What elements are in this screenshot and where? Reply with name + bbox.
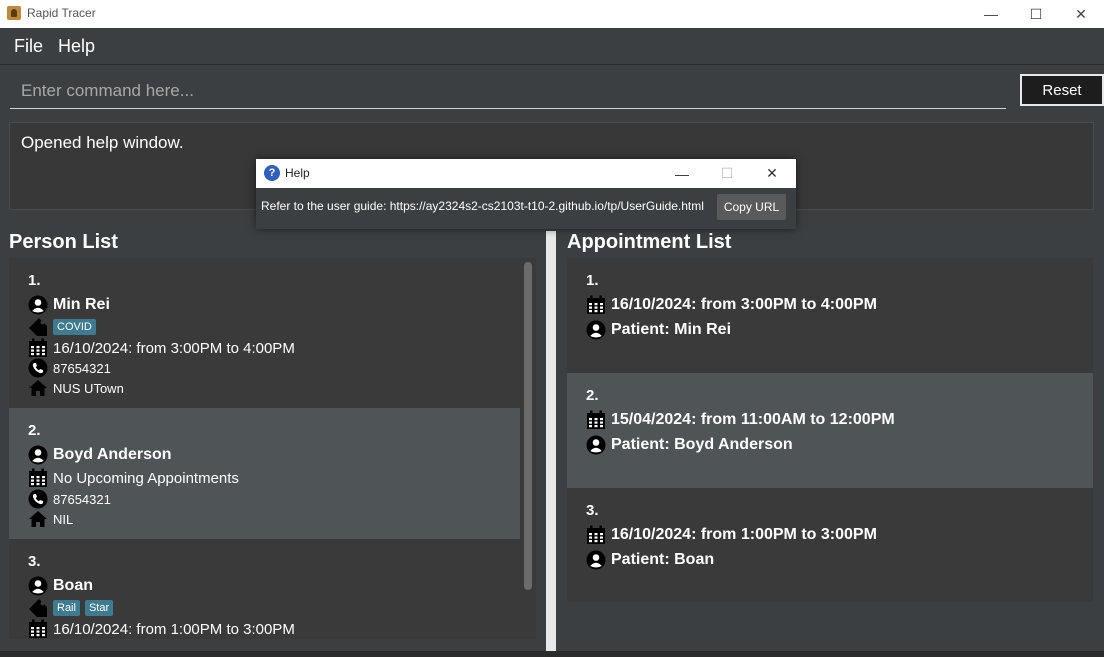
help-minimize-button[interactable]: — — [660, 159, 704, 188]
scrollbar-thumb[interactable] — [524, 262, 532, 590]
phone-icon — [28, 358, 48, 378]
tag-icon — [28, 317, 48, 337]
tag-badge: COVID — [53, 319, 96, 335]
menu-file[interactable]: File — [14, 36, 43, 57]
close-button[interactable]: ✕ — [1058, 0, 1104, 28]
person-index: 3. — [28, 553, 41, 570]
tag-badge: Rail — [53, 600, 80, 616]
appointment-index: 2. — [586, 387, 599, 404]
person-icon — [28, 445, 48, 465]
appointment-patient: Patient: Boan — [611, 551, 715, 568]
person-address: NIL — [53, 511, 74, 527]
appointment-list[interactable]: 1. 16/10/2024: from 3:00PM to 4:00PM Pat… — [567, 258, 1093, 602]
person-appointment: 16/10/2024: from 3:00PM to 4:00PM — [53, 339, 295, 357]
menu-help[interactable]: Help — [58, 36, 95, 57]
appointment-time: 15/04/2024: from 11:00AM to 12:00PM — [611, 411, 895, 428]
split-pane-divider[interactable] — [546, 231, 556, 651]
tag-badge: Star — [84, 600, 114, 616]
person-appointment: No Upcoming Appointments — [53, 469, 239, 487]
title-bar: Rapid Tracer — ☐ ✕ — [0, 0, 1104, 28]
help-dialog-title: Help — [285, 166, 310, 180]
person-icon — [586, 435, 606, 455]
person-icon — [28, 295, 48, 315]
result-text: Opened help window. — [21, 133, 184, 152]
app-icon — [7, 6, 21, 20]
appointment-time: 16/10/2024: from 3:00PM to 4:00PM — [611, 296, 877, 313]
help-close-button[interactable]: ✕ — [750, 159, 794, 188]
appointment-index: 3. — [586, 502, 599, 519]
appointment-patient: Patient: Min Rei — [611, 321, 732, 338]
calendar-icon — [28, 468, 48, 488]
calendar-icon — [586, 410, 606, 430]
appointment-list-title: Appointment List — [567, 231, 732, 253]
person-index: 1. — [28, 272, 41, 289]
person-card[interactable]: 3. Boan Rail Star 16/10/2024: from 1:00P… — [9, 539, 520, 639]
home-icon — [28, 509, 48, 529]
menu-bar: File Help — [0, 28, 1104, 65]
appointment-card[interactable]: 3. 16/10/2024: from 1:00PM to 3:00PM Pat… — [567, 488, 1093, 602]
person-list[interactable]: 1. Min Rei COVID 16/10/2024: from 3:00PM… — [9, 258, 520, 639]
person-phone: 87654321 — [53, 491, 111, 507]
person-phone: 87654321 — [53, 360, 111, 376]
appointment-patient: Patient: Boyd Anderson — [611, 436, 793, 453]
appointment-time: 16/10/2024: from 1:00PM to 3:00PM — [611, 526, 877, 543]
person-name: Boyd Anderson — [53, 446, 172, 463]
help-dialog-title-bar: ? Help — ☐ ✕ — [256, 159, 796, 188]
calendar-icon — [586, 295, 606, 315]
calendar-icon — [28, 619, 48, 639]
appointment-card[interactable]: 1. 16/10/2024: from 3:00PM to 4:00PM Pat… — [567, 258, 1093, 373]
person-list-title: Person List — [9, 231, 118, 253]
help-icon: ? — [264, 165, 280, 181]
person-card[interactable]: 1. Min Rei COVID 16/10/2024: from 3:00PM… — [9, 258, 520, 408]
command-input[interactable] — [10, 73, 1006, 109]
tag-icon — [28, 598, 48, 618]
phone-icon — [28, 489, 48, 509]
person-appointment: 16/10/2024: from 1:00PM to 3:00PM — [53, 620, 295, 638]
calendar-icon — [28, 338, 48, 358]
calendar-icon — [586, 525, 606, 545]
person-icon — [586, 320, 606, 340]
help-message: Refer to the user guide: https://ay2324s… — [261, 199, 704, 213]
home-icon — [28, 378, 48, 398]
minimize-button[interactable]: — — [968, 0, 1014, 28]
copy-url-button[interactable]: Copy URL — [717, 194, 786, 220]
appointment-card[interactable]: 2. 15/04/2024: from 11:00AM to 12:00PM P… — [567, 373, 1093, 488]
person-card[interactable]: 2. Boyd Anderson No Upcoming Appointment… — [9, 408, 520, 539]
window-title: Rapid Tracer — [27, 6, 96, 20]
person-icon — [28, 576, 48, 596]
appointment-index: 1. — [586, 272, 599, 289]
person-name: Min Rei — [53, 296, 110, 313]
maximize-button[interactable]: ☐ — [1013, 0, 1059, 28]
reset-button[interactable]: Reset — [1020, 74, 1104, 106]
command-row: Reset — [0, 65, 1104, 115]
help-dialog[interactable]: ? Help — ☐ ✕ Refer to the user guide: ht… — [256, 159, 796, 229]
person-index: 2. — [28, 422, 41, 439]
person-address: NUS UTown — [53, 380, 124, 396]
person-icon — [586, 550, 606, 570]
status-bar — [0, 651, 1104, 657]
person-name: Boan — [53, 577, 93, 594]
help-maximize-button: ☐ — [720, 165, 734, 181]
